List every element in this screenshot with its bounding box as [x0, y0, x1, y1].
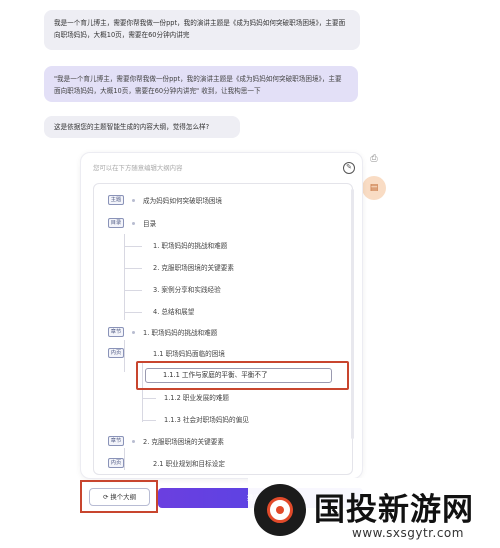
outline-toc-title[interactable]: 目录 [143, 217, 156, 231]
tag-chapter: 章节 [108, 436, 124, 446]
assistant-outline-intro: 这是依据您的主题智能生成的内容大纲，觉得怎么样? [44, 116, 240, 138]
watermark-title: 国投新游网 [314, 492, 474, 528]
outline-subsection[interactable]: 1.1 职场妈妈面临的困境 [153, 347, 225, 361]
toc-connector [124, 290, 142, 291]
bullet [132, 199, 135, 202]
toc-item[interactable]: 1. 职场妈妈的挑战和难题 [153, 239, 227, 253]
tag-content: 内页 [108, 458, 124, 468]
watermark-url: www.sxsgytr.com [352, 526, 464, 540]
tag-chapter: 章节 [108, 327, 124, 337]
edit-icon[interactable]: ✎ [343, 162, 355, 174]
outline-chapter[interactable]: 1. 职场妈妈的挑战和难题 [143, 326, 217, 340]
outline-scrollbar[interactable] [351, 189, 354, 439]
bullet [132, 440, 135, 443]
toc-connector [124, 312, 142, 313]
chapter-connector [124, 340, 125, 372]
tag-theme: 主题 [108, 195, 124, 205]
tag-toc: 目录 [108, 218, 124, 228]
change-outline-button[interactable]: ⟳ 换个大纲 [89, 488, 150, 506]
outline-theme-title[interactable]: 成为妈妈如何突破职场困境 [143, 194, 222, 208]
panel-hint: 您可以在下方随意编辑大纲内容 [93, 164, 183, 172]
annotation-highlight-box [136, 361, 349, 390]
toc-item[interactable]: 2. 克服职场困境的关键要素 [153, 261, 234, 275]
outline-subsection[interactable]: 2.1 职业规划和目标设定 [153, 457, 225, 471]
logo-dot [276, 506, 284, 514]
outline-chapter[interactable]: 2. 克服职场困境的关键要素 [143, 435, 224, 449]
outline-item[interactable]: 1.1.3 社会对职场妈妈的偏见 [164, 413, 249, 427]
toc-item[interactable]: 3. 案例分享和实践经验 [153, 283, 221, 297]
toc-item[interactable]: 4. 总结和展望 [153, 305, 194, 319]
document-icon[interactable]: ▤ [362, 176, 386, 200]
toc-connector [124, 268, 142, 269]
assistant-message: "我是一个育儿博主，需要你帮我做一份ppt，我的演讲主题是《成为妈妈如何突破职场… [44, 66, 358, 102]
sub-connector [142, 420, 156, 421]
watermark-logo-icon [254, 484, 306, 536]
user-message: 我是一个育儿博主，需要你帮我做一份ppt，我的演讲主题是《成为妈妈如何突破职场困… [44, 10, 360, 50]
chapter-connector [124, 448, 125, 470]
sub-connector [142, 398, 156, 399]
toc-connector [124, 246, 142, 247]
bullet [132, 331, 135, 334]
watermark: 国投新游网 www.sxsgytr.com [248, 478, 500, 548]
bullet [132, 222, 135, 225]
outline-editor[interactable] [93, 183, 353, 475]
tag-content: 内页 [108, 348, 124, 358]
change-outline-label: 换个大纲 [110, 493, 136, 501]
outline-item[interactable]: 1.1.2 职业发展的难题 [164, 391, 229, 405]
print-icon[interactable]: ⎙ [368, 153, 380, 165]
